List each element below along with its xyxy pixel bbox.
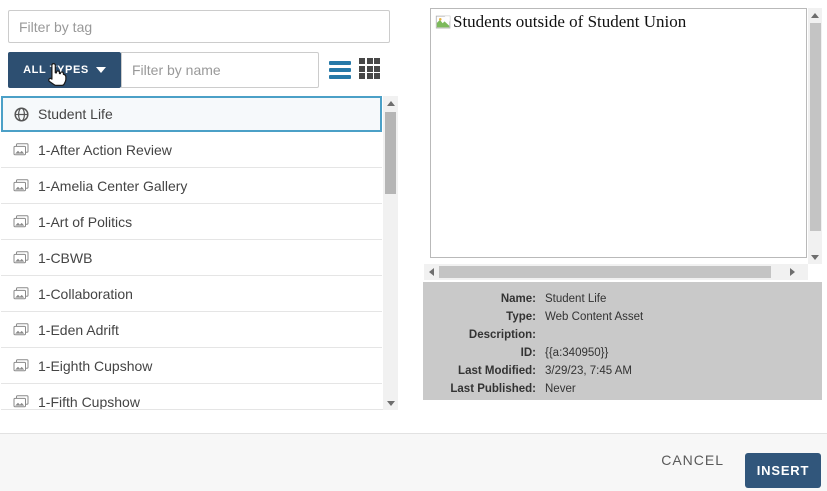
list-item[interactable]: Student Life (1, 96, 382, 132)
list-item-label: 1-Collaboration (38, 286, 133, 302)
list-item-label: 1-Amelia Center Gallery (38, 178, 187, 194)
list-item-label: 1-CBWB (38, 250, 92, 266)
scroll-up-icon[interactable] (383, 96, 398, 110)
detail-label: Name: (423, 290, 536, 308)
scroll-left-icon[interactable] (424, 264, 439, 280)
list-item-label: 1-Art of Politics (38, 214, 132, 230)
detail-label: Last Modified: (423, 362, 536, 380)
detail-value: 3/29/23, 7:45 AM (545, 362, 632, 380)
detail-label: Last Published: (423, 380, 536, 398)
detail-label: ID: (423, 344, 536, 362)
caret-down-icon (96, 67, 106, 73)
grid-view-button[interactable] (359, 58, 382, 81)
preview-hscroll-thumb[interactable] (439, 266, 771, 278)
list-item[interactable]: 1-Collaboration (1, 276, 382, 312)
asset-details-panel: Name: Student Life Type: Web Content Ass… (423, 282, 822, 400)
broken-image-alt-text: Students outside of Student Union (453, 12, 686, 32)
images-icon (13, 143, 29, 156)
list-item-label: 1-After Action Review (38, 142, 172, 158)
cancel-button[interactable]: CANCEL (661, 452, 724, 468)
list-item[interactable]: 1-After Action Review (1, 132, 382, 168)
list-scrollbar[interactable] (383, 96, 398, 410)
detail-row-name: Name: Student Life (423, 290, 822, 308)
detail-value: Never (545, 380, 576, 398)
preview-vscroll-thumb[interactable] (810, 23, 821, 231)
filter-by-tag-input[interactable] (8, 10, 390, 43)
scroll-up-icon[interactable] (808, 8, 822, 22)
preview-pane: Students outside of Student Union (430, 8, 807, 258)
images-icon (13, 251, 29, 264)
dialog-footer: CANCEL INSERT (0, 433, 827, 491)
detail-row-id: ID: {{a:340950}} (423, 344, 822, 362)
detail-row-last-modified: Last Modified: 3/29/23, 7:45 AM (423, 362, 822, 380)
list-item[interactable]: 1-Amelia Center Gallery (1, 168, 382, 204)
scroll-right-icon[interactable] (785, 264, 800, 280)
asset-list: Student Life 1-After Action Review 1-Ame… (1, 96, 398, 410)
images-icon (13, 323, 29, 336)
images-icon (13, 359, 29, 372)
list-view-button[interactable] (329, 59, 353, 81)
images-icon (13, 287, 29, 300)
detail-row-type: Type: Web Content Asset (423, 308, 822, 326)
insert-button[interactable]: INSERT (745, 453, 821, 488)
list-item[interactable]: 1-Art of Politics (1, 204, 382, 240)
list-item-label: Student Life (38, 106, 113, 122)
detail-value: Web Content Asset (545, 308, 643, 326)
list-item-label: 1-Eden Adrift (38, 322, 119, 338)
all-types-label: ALL TYPES (23, 64, 89, 76)
detail-value: {{a:340950}} (545, 344, 608, 362)
detail-label: Description: (423, 326, 536, 344)
scroll-down-icon[interactable] (383, 396, 398, 410)
grid-view-icon (359, 58, 365, 64)
list-item[interactable]: 1-Eden Adrift (1, 312, 382, 348)
images-icon (13, 395, 29, 408)
list-item[interactable]: 1-Eighth Cupshow (1, 348, 382, 384)
list-item[interactable]: 1-CBWB (1, 240, 382, 276)
detail-row-description: Description: (423, 326, 822, 344)
globe-icon (14, 107, 29, 122)
list-scrollbar-thumb[interactable] (385, 112, 396, 194)
list-view-icon (329, 61, 351, 65)
all-types-dropdown-button[interactable]: ALL TYPES (8, 52, 121, 88)
filter-by-name-input[interactable] (121, 52, 319, 88)
preview-vertical-scrollbar[interactable] (808, 8, 822, 264)
images-icon (13, 215, 29, 228)
list-item-label: 1-Fifth Cupshow (38, 394, 140, 410)
images-icon (13, 179, 29, 192)
detail-row-last-published: Last Published: Never (423, 380, 822, 398)
detail-value: Student Life (545, 290, 606, 308)
broken-image-icon (435, 14, 452, 36)
detail-label: Type: (423, 308, 536, 326)
list-item-label: 1-Eighth Cupshow (38, 358, 152, 374)
list-item[interactable]: 1-Fifth Cupshow (1, 384, 382, 410)
scroll-down-icon[interactable] (808, 250, 822, 264)
preview-horizontal-scrollbar[interactable] (424, 264, 808, 280)
